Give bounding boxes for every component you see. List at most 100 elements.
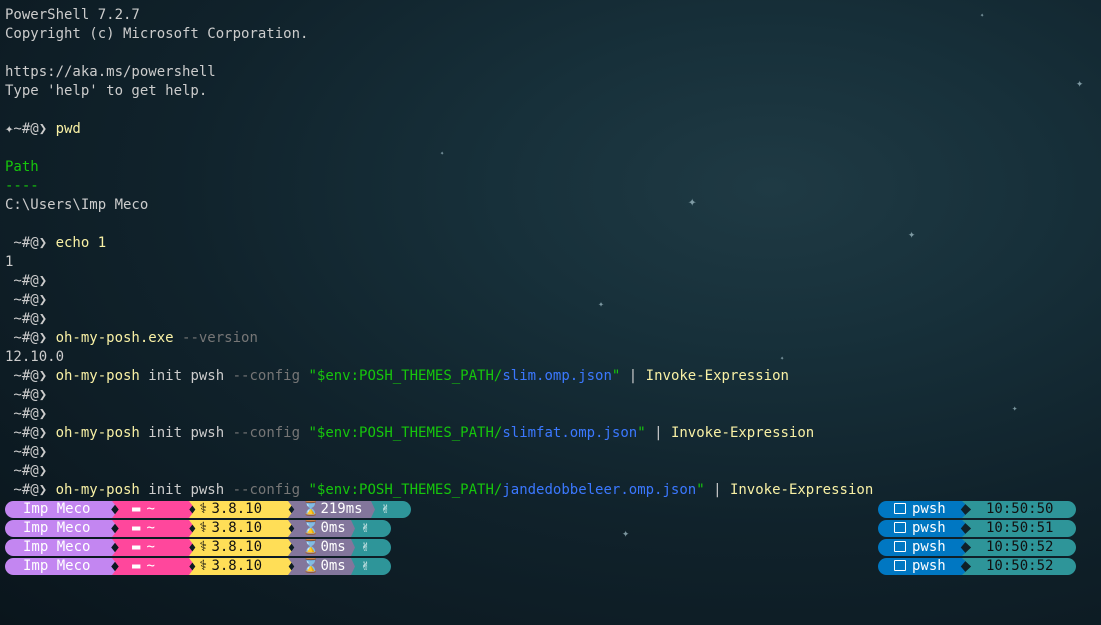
terminal-output[interactable]: PowerShell 7.2.7 Copyright (c) Microsoft … — [5, 6, 1101, 500]
terminal-text: Invoke-Expression — [729, 482, 874, 498]
folder-icon: ▬ — [132, 558, 141, 574]
terminal-text: Path — [5, 159, 39, 175]
shell-segment: pwsh — [878, 539, 968, 556]
hourglass-icon: ⌛ — [302, 558, 320, 574]
terminal-text: "$env:POSH_THEMES_PATH/ — [308, 368, 503, 384]
shell-segment-text: pwsh — [912, 501, 946, 517]
terminal-text: oh-my-posh.exe — [55, 330, 174, 346]
shell-segment-text: pwsh — [912, 558, 946, 574]
path-segment-text: ~ — [146, 520, 155, 536]
hand-icon: ✌ — [351, 558, 391, 575]
terminal-line: Type 'help' to get help. — [5, 82, 1101, 101]
time-segment-text: 10:50:52 — [986, 558, 1054, 574]
path-segment-text: ~ — [146, 558, 155, 574]
terminal-text: ~#@❯ — [5, 311, 48, 327]
terminal-text: ✦~#@❯ — [5, 121, 56, 137]
path-segment: ▬ ~ — [112, 520, 196, 537]
terminal-text: --version — [173, 330, 258, 346]
terminal-icon — [894, 560, 906, 571]
python-icon: ⚕ — [199, 501, 208, 517]
terminal-text: " — [637, 425, 646, 441]
execution-time-segment-text: 0ms — [320, 539, 346, 555]
terminal-line: 12.10.0 — [5, 348, 1101, 367]
time-segment-text: 10:50:50 — [986, 501, 1054, 517]
terminal-line: ✦~#@❯ pwd — [5, 120, 1101, 139]
terminal-line: ~#@❯ — [5, 310, 1101, 329]
time-segment: 10:50:52 — [962, 558, 1076, 575]
terminal-text: ~#@❯ — [5, 330, 56, 346]
shell-segment-text: pwsh — [912, 520, 946, 536]
python-icon: ⚕ — [199, 558, 208, 574]
python-segment-text: 3.8.10 — [211, 520, 263, 536]
terminal-text: C:\Users\Imp Meco — [5, 197, 149, 213]
terminal-text: "$env:POSH_THEMES_PATH/ — [308, 425, 503, 441]
terminal-text: | — [704, 482, 730, 498]
terminal-line: ~#@❯ oh-my-posh init pwsh --config "$env… — [5, 481, 1101, 500]
terminal-text: ~#@❯ — [5, 235, 56, 251]
terminal-text: echo 1 — [55, 235, 107, 251]
hand-icon: ✌ — [351, 520, 391, 537]
python-segment: ⚕ 3.8.10 — [189, 501, 295, 518]
status-segment-text: ✌ — [381, 501, 390, 517]
path-segment: ▬ ~ — [112, 501, 196, 518]
terminal-line: ~#@❯ echo 1 — [5, 234, 1101, 253]
session-segment: Imp Meco — [5, 539, 118, 556]
shell-segment-text: pwsh — [912, 539, 946, 555]
terminal-line: ~#@❯ — [5, 386, 1101, 405]
terminal-text: --config — [224, 368, 309, 384]
terminal-text: PowerShell 7.2.7 — [5, 7, 140, 23]
prompt-block: Imp Meco ▬ ~ ⚕ 3.8.10 ⌛219ms ✌ pwsh 10:50:50 Imp … — [5, 500, 1095, 576]
terminal-text: oh-my-posh — [55, 482, 140, 498]
terminal-icon — [894, 522, 906, 533]
terminal-text: slim.omp.json — [502, 368, 612, 384]
terminal-text: Invoke-Expression — [645, 368, 789, 384]
terminal-line: ---- — [5, 177, 1101, 196]
terminal-text: --config — [224, 482, 309, 498]
prompt-row: Imp Meco ▬ ~ ⚕ 3.8.10 ⌛0ms ✌ pwsh 10:50:51 — [5, 519, 1095, 538]
terminal-text: ~#@❯ — [5, 387, 48, 403]
execution-time-segment-text: 0ms — [320, 558, 346, 574]
folder-icon: ▬ — [132, 520, 141, 536]
terminal-text: "$env:POSH_THEMES_PATH/ — [308, 482, 503, 498]
session-segment-text: Imp Meco — [23, 558, 91, 574]
python-segment: ⚕ 3.8.10 — [189, 539, 295, 556]
terminal-line: 1 — [5, 253, 1101, 272]
path-segment: ▬ ~ — [112, 558, 196, 575]
terminal-text: --config — [224, 425, 309, 441]
terminal-line: Path — [5, 158, 1101, 177]
path-segment: ▬ ~ — [112, 539, 196, 556]
terminal-text: ---- — [5, 178, 39, 194]
hand-icon: ✌ — [371, 501, 411, 518]
status-segment-text: ✌ — [361, 558, 370, 574]
status-segment-text: ✌ — [361, 520, 370, 536]
python-segment: ⚕ 3.8.10 — [189, 520, 295, 537]
path-segment-text: ~ — [146, 539, 155, 555]
python-segment-text: 3.8.10 — [211, 558, 263, 574]
session-segment-text: Imp Meco — [23, 520, 91, 536]
status-segment-text: ✌ — [361, 539, 370, 555]
folder-icon: ▬ — [132, 501, 141, 517]
python-icon: ⚕ — [199, 520, 208, 536]
terminal-text: Invoke-Expression — [670, 425, 815, 441]
terminal-text: init pwsh — [139, 425, 225, 441]
terminal-line: ~#@❯ oh-my-posh.exe --version — [5, 329, 1101, 348]
terminal-text: init pwsh — [139, 368, 225, 384]
terminal-line: ~#@❯ — [5, 291, 1101, 310]
terminal-text: 1 — [5, 254, 14, 270]
python-segment-text: 3.8.10 — [211, 539, 263, 555]
hand-icon: ✌ — [351, 539, 391, 556]
hourglass-icon: ⌛ — [302, 539, 320, 555]
terminal-line: https://aka.ms/powershell — [5, 63, 1101, 82]
prompt-row: Imp Meco ▬ ~ ⚕ 3.8.10 ⌛219ms ✌ pwsh 10:50:50 — [5, 500, 1095, 519]
terminal-text: oh-my-posh — [55, 368, 140, 384]
terminal-text: " — [696, 482, 705, 498]
session-segment: Imp Meco — [5, 558, 118, 575]
terminal-line: ~#@❯ — [5, 272, 1101, 291]
session-segment-text: Imp Meco — [23, 539, 91, 555]
terminal-text: ~#@❯ — [5, 463, 48, 479]
terminal-line: ~#@❯ — [5, 462, 1101, 481]
time-segment-text: 10:50:52 — [986, 539, 1054, 555]
execution-time-segment: ⌛219ms — [288, 501, 378, 518]
